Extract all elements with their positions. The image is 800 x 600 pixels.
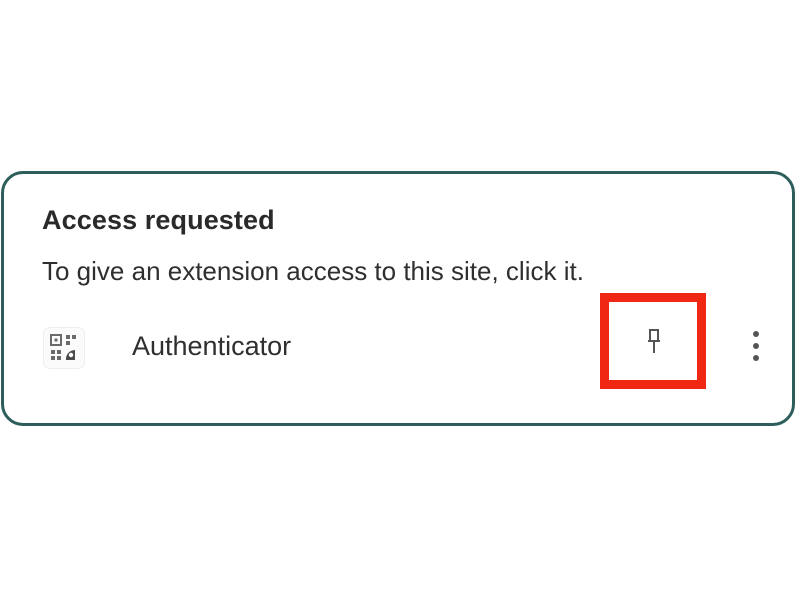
panel-description: To give an extension access to this site…	[42, 256, 584, 286]
screenshot-stage: Access requested To give an extension ac…	[0, 0, 800, 600]
panel-title: Access requested	[42, 205, 275, 235]
extension-more-options-button[interactable]	[740, 326, 772, 370]
pin-icon	[646, 328, 662, 356]
more-vert-icon	[740, 326, 772, 375]
pin-extension-button[interactable]	[600, 293, 706, 389]
qr-code-icon	[44, 328, 84, 368]
access-requested-panel: Access requested To give an extension ac…	[1, 171, 795, 426]
extension-row[interactable]: Authenticator	[4, 293, 792, 394]
extension-name: Authenticator	[132, 331, 292, 361]
